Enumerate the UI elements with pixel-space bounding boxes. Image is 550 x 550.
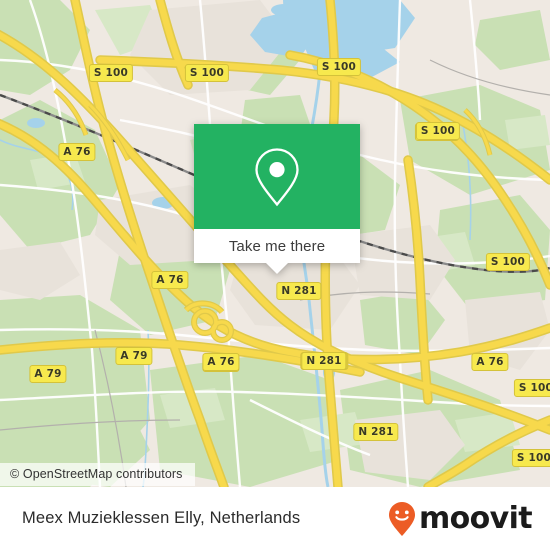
- footer-content: Meex Muzieklessen Elly, Netherlands moov…: [0, 487, 550, 550]
- moovit-map-page: S 100S 100S 100S 100S 100S 100S 100S 100…: [0, 0, 550, 550]
- road-shield: A 79: [115, 347, 153, 365]
- road-shield: S 100: [184, 64, 230, 82]
- road-shield: N 281: [301, 352, 347, 370]
- moovit-pin-icon: [388, 501, 415, 536]
- road-shield: A 76: [58, 143, 96, 161]
- take-me-there-card[interactable]: Take me there: [194, 124, 360, 274]
- place-title: Meex Muzieklessen Elly, Netherlands: [22, 509, 301, 527]
- footer-bar: Meex Muzieklessen Elly, Netherlands moov…: [0, 487, 550, 550]
- road-shield: S 100: [316, 58, 362, 76]
- map-canvas[interactable]: S 100S 100S 100S 100S 100S 100S 100S 100…: [0, 0, 550, 487]
- take-me-there-label: Take me there: [228, 237, 326, 255]
- road-shield: N 281: [276, 282, 322, 300]
- card-pointer: [266, 263, 288, 274]
- road-shield: A 76: [202, 353, 240, 371]
- road-shield: A 79: [29, 365, 67, 383]
- moovit-wordmark: moovit: [418, 500, 533, 536]
- road-shield: A 76: [471, 353, 509, 371]
- card-pin-area: [194, 124, 360, 229]
- road-shield: S 100: [415, 122, 461, 140]
- road-shield: S 100: [88, 64, 134, 82]
- moovit-logo[interactable]: moovit: [387, 500, 533, 537]
- map-pin-icon: [255, 147, 299, 206]
- road-shield: S 100: [485, 253, 531, 271]
- road-shield: N 281: [353, 423, 399, 441]
- card-action-area[interactable]: Take me there: [194, 229, 360, 274]
- osm-attribution[interactable]: © OpenStreetMap contributors: [0, 463, 195, 486]
- road-shield: S 100: [513, 379, 550, 397]
- road-shield: S 100: [511, 449, 550, 467]
- road-shield: A 76: [151, 271, 189, 289]
